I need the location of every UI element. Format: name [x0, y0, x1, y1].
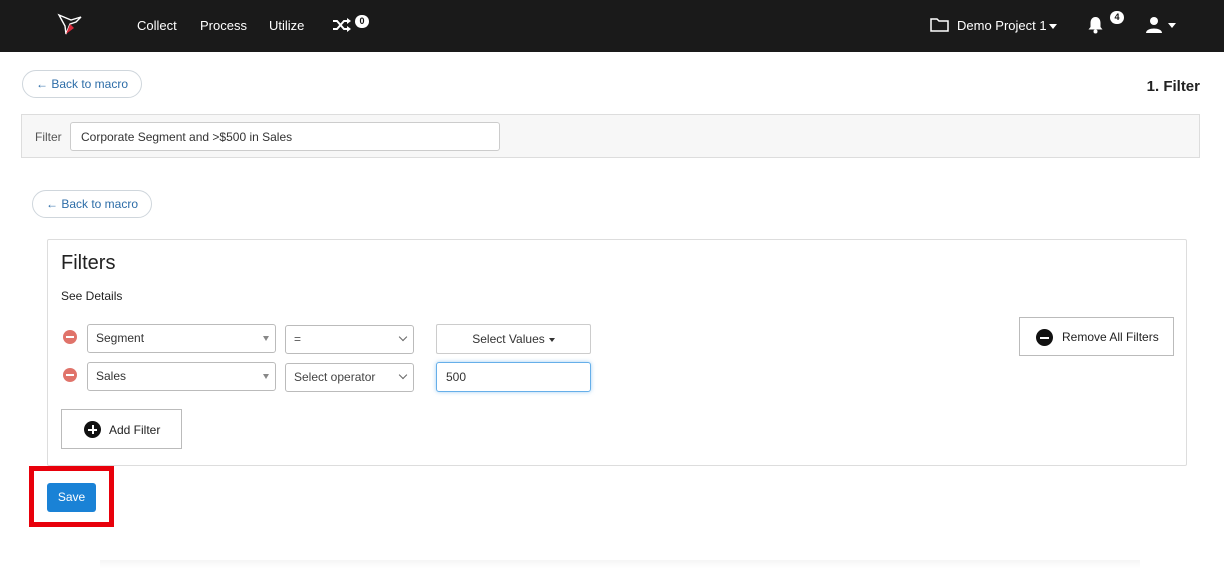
chevron-down-icon — [398, 370, 408, 380]
add-filter-button[interactable]: Add Filter — [61, 409, 182, 449]
operator-select-value: = — [294, 332, 302, 346]
field-select-value: Sales — [96, 369, 127, 383]
back-to-macro-button[interactable]: ← Back to macro — [22, 70, 142, 98]
operator-select[interactable]: = — [285, 325, 414, 354]
folder-icon[interactable] — [930, 17, 949, 32]
shuffle-icon[interactable] — [332, 17, 352, 33]
footer-shadow — [100, 560, 1140, 568]
step-title: 1. Filter — [1146, 78, 1200, 95]
hummingbird-logo-icon[interactable] — [56, 12, 86, 38]
chevron-down-icon — [398, 332, 408, 342]
top-nav-bar: Collect Process Utilize 0 Demo Project 1… — [0, 0, 1224, 52]
save-button[interactable]: Save — [47, 483, 96, 512]
nav-utilize[interactable]: Utilize — [269, 18, 304, 33]
field-select[interactable]: Sales — [87, 362, 276, 391]
panel-title: Filters — [61, 252, 116, 274]
bell-icon[interactable] — [1087, 16, 1104, 34]
filter-name-bar: Filter — [21, 114, 1200, 158]
shuffle-count-badge: 0 — [355, 15, 369, 28]
remove-all-filters-button[interactable]: Remove All Filters — [1019, 317, 1174, 356]
select-values-button[interactable]: Select Values — [436, 324, 591, 354]
plus-circle-icon — [84, 421, 101, 438]
select-values-label: Select Values — [472, 332, 545, 346]
operator-select[interactable]: Select operator — [285, 363, 414, 392]
nav-collect[interactable]: Collect — [137, 18, 177, 33]
remove-all-filters-label: Remove All Filters — [1062, 330, 1159, 344]
project-selector[interactable]: Demo Project 1 — [957, 18, 1047, 33]
back-to-macro-button[interactable]: ← Back to macro — [32, 190, 152, 218]
caret-down-icon — [263, 374, 269, 379]
nav-process[interactable]: Process — [200, 18, 247, 33]
filter-name-input[interactable] — [70, 122, 500, 151]
filter-value-input[interactable] — [436, 362, 591, 392]
operator-select-value: Select operator — [294, 370, 376, 384]
chevron-down-icon[interactable] — [1049, 24, 1057, 29]
remove-filter-row-icon[interactable] — [63, 368, 77, 382]
add-filter-label: Add Filter — [109, 423, 161, 437]
remove-filter-row-icon[interactable] — [63, 330, 77, 344]
minus-circle-icon — [1036, 329, 1053, 346]
filter-name-label: Filter — [35, 130, 62, 144]
caret-down-icon — [548, 337, 555, 342]
notification-count-badge: 4 — [1110, 11, 1124, 24]
field-select-value: Segment — [96, 331, 145, 345]
field-select[interactable]: Segment — [87, 324, 276, 353]
user-icon[interactable] — [1145, 16, 1163, 34]
caret-down-icon — [263, 336, 269, 341]
see-details-link[interactable]: See Details — [61, 289, 122, 303]
filters-panel: Filters See Details Segment = Select Val… — [47, 239, 1187, 466]
chevron-down-icon[interactable] — [1168, 23, 1176, 28]
